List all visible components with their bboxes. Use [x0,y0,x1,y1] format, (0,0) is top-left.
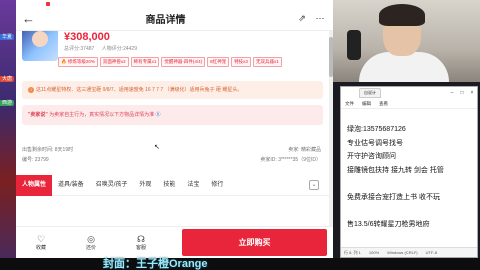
item-price: ¥308,000 [64,31,110,43]
notepad-statusbar: 行 8, 列 1 100% Windows (CRLF) UTF-8 [341,247,477,257]
tag: 觉醒神器·四件(4/4) [161,57,206,67]
item-stats: 总评分:37487 人物评分:24429 [64,45,143,52]
detail-scroll-area[interactable]: ¥308,000 总评分:37487 人物评分:24429 🔥 修炼等级20% … [16,31,329,226]
disclaimer-prefix: "卖家说" [28,112,48,118]
menu-file[interactable]: 文件 [345,101,354,107]
headset-icon: ☊ [137,234,145,244]
character-score: 人物评分:24429 [101,46,137,52]
seller-name: 卖家: 精彩藏品 [288,147,321,153]
seller-id: 卖家ID: 3******35（9位ID） [260,157,321,163]
tab-appearance[interactable]: 外观 [133,175,157,196]
notepad-tab[interactable]: 自说计 [359,88,381,98]
feature-tags: 🔥 修炼等级20% 双面神兽x2 稀有专属x1 觉醒神器·四件(4/4) 8红神… [16,57,329,67]
total-score: 总评分:37487 [64,46,95,52]
character-avatar [22,31,58,61]
tag: 🔥 修炼等级20% [58,57,98,67]
streamer-hair [379,4,425,26]
tag: 双面神兽x2 [99,57,129,67]
trade-info: 出售剩余时间: 8天19时 编号: 23799 卖家: 精彩藏品 卖家ID: 3… [16,144,329,167]
tab-skills[interactable]: 技能 [157,175,181,196]
tag: 稀有专属x1 [130,57,160,67]
line-ending: Windows (CRLF) [387,250,418,255]
stream-caption: 封面：王子橙Orange [103,258,208,270]
webcam-feed [333,0,480,82]
bargain-label: 还价 [85,245,96,251]
note-line: 售13.5/6转耀星刀枪男地府 [347,220,430,228]
disclaimer-notice: "卖家说" 为卖家自主行为，真实情况以下方物品详情为准 ⓪ [22,105,323,125]
notepad-titlebar: 自说计 – □ × [341,87,477,99]
buy-now-button[interactable]: 立即购买 [182,229,327,256]
note-line: 绿泡:13575687126 [347,126,406,133]
stream-frame: 华夏 大唐 西游 ← 商品详情 ⇗ ⋯ ¥308,000 总评分:37487 人… [0,0,480,270]
title-bar: ← 商品详情 ⇗ ⋯ [16,7,333,31]
cursor-position: 行 8, 列 1 [344,249,361,255]
tab-summons[interactable]: 召唤灵/孩子 [90,175,134,196]
note-line: 开守护咨询顾问 [347,153,396,160]
tag: 无双兵器x1 [252,57,282,67]
zoom-level: 100% [368,250,380,255]
collect-label: 收藏 [35,245,46,251]
note-line: 接雕镜包扶持 接九转 剑会 托管 [347,166,444,174]
back-arrow-icon[interactable]: ← [22,11,40,26]
minimize-icon[interactable]: – [447,90,457,96]
tab-treasure[interactable]: 法宝 [181,175,205,196]
help-icon[interactable]: ⓪ [156,112,161,118]
notepad-text-area[interactable]: 绿泡:13575687126 专业估号调号找号 开守护咨询顾问 接雕镜包扶持 接… [341,109,477,231]
notepad-menu: 文件 编辑 查看 [341,99,477,109]
tab-attributes[interactable]: 人物属性 [16,174,53,196]
side-tag-1[interactable]: 华夏 [0,34,14,40]
trade-app-window: ← 商品详情 ⇗ ⋯ ¥308,000 总评分:37487 人物评分:24429… [16,0,333,258]
streamer-body [359,52,449,82]
notice-text: 这11点耀星特权、这三通宝砸 9/8/7、适用速度免 16 7 7 7 （满级化… [36,87,243,93]
note-line: 专业估号调号找号 [347,139,403,147]
menu-edit[interactable]: 编辑 [362,101,371,107]
share-icon[interactable]: ⇗ [295,13,309,24]
mouse-cursor-icon: ↖ [154,144,160,151]
coin-icon: ◎ [87,234,95,244]
side-tag-2[interactable]: 大唐 [0,76,14,82]
info-icon: ! [28,87,34,93]
chevron-down-icon[interactable]: ⌄ [309,180,319,190]
encoding: UTF-8 [425,250,437,255]
more-icon[interactable]: ⋯ [313,13,327,24]
seller-notice: ! 这11点耀星特权、这三通宝砸 9/8/7、适用速度免 16 7 7 7 （满级… [22,81,323,99]
bottom-action-bar: ♡ 收藏 ◎ 还价 ☊ 客服 立即购买 [16,226,333,258]
detail-tabs: 人物属性 道具/装备 召唤灵/孩子 外观 技能 法宝 修行 ⌄ [16,174,329,196]
game-side-strip: 华夏 大唐 西游 [0,0,16,258]
side-tag-3[interactable]: 西游 [0,100,14,106]
close-icon[interactable]: × [467,90,477,96]
heart-icon: ♡ [36,234,46,244]
disclaimer-text: 为卖家自主行为，真实情况以下方物品详情为准 [47,112,156,118]
service-button[interactable]: ☊ 客服 [116,227,166,258]
microphone [347,30,361,60]
tab-cultivation[interactable]: 修行 [205,175,229,196]
maximize-icon[interactable]: □ [457,90,467,96]
tag: 特技x3 [231,57,251,67]
tab-equipment[interactable]: 道具/装备 [52,175,90,196]
status-bar [16,0,333,7]
page-title: 商品详情 [145,15,186,26]
collect-button[interactable]: ♡ 收藏 [16,227,66,258]
tag: 8红神宠 [207,57,230,67]
bargain-button[interactable]: ◎ 还价 [66,227,116,258]
menu-view[interactable]: 查看 [379,101,388,107]
caption-background [0,258,480,270]
note-line: 免费承接合宠打造上书 收不玩 [347,193,440,201]
note-line [347,177,471,191]
app-icon [46,1,50,6]
notepad-window: 自说计 – □ × 文件 编辑 查看 绿泡:13575687126 专业估号调号… [340,86,478,258]
note-line [347,204,471,218]
service-label: 客服 [135,245,146,251]
